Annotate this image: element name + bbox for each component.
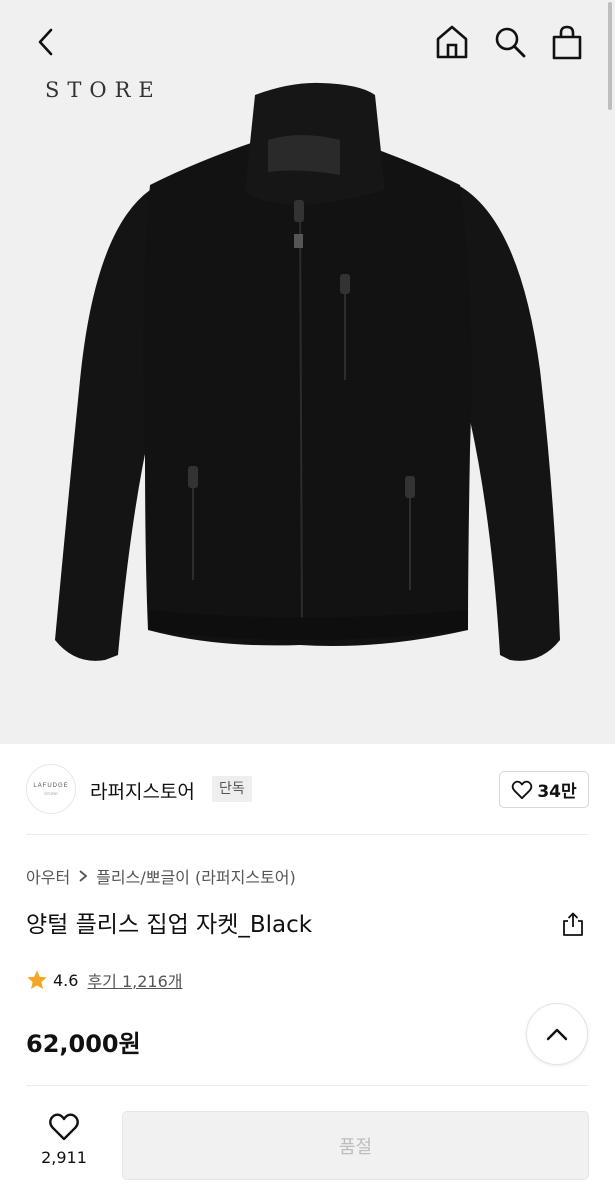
scrollbar[interactable] (608, 2, 612, 110)
product-price: 62,000원 (26, 1030, 141, 1058)
breadcrumb: 아우터 플리스/뽀글이 (라퍼지스토어) (26, 864, 296, 888)
seller-logo-text: LAFUDGE (33, 782, 69, 789)
cart-button[interactable] (545, 20, 589, 64)
share-icon (563, 912, 583, 936)
heart-outline-icon (49, 1113, 79, 1141)
seller-logo-subtext: STORE (44, 790, 58, 796)
brand-like-button[interactable]: 34만 (499, 771, 589, 808)
buy-button[interactable]: 품절 (122, 1111, 589, 1180)
chevron-right-icon (79, 870, 88, 882)
divider (26, 834, 589, 835)
shopping-bag-icon (552, 25, 582, 60)
scroll-top-button[interactable] (526, 1003, 588, 1065)
chevron-up-icon (546, 1028, 568, 1041)
wish-button[interactable]: 2,911 (28, 1112, 100, 1167)
home-button[interactable] (430, 20, 474, 64)
home-icon (436, 25, 468, 59)
chevron-left-icon (38, 28, 53, 56)
search-icon (495, 27, 526, 58)
seller-logo[interactable]: LAFUDGE STORE (26, 764, 76, 814)
search-button[interactable] (488, 20, 532, 64)
store-watermark: STORE (45, 78, 162, 102)
heart-icon (512, 780, 533, 799)
review-link[interactable]: 후기 1,216개 (87, 968, 182, 992)
product-title: 양털 플리스 집업 자켓_Black (26, 912, 313, 938)
seller-name[interactable]: 라퍼지스토어 (90, 777, 195, 804)
wish-count: 2,911 (41, 1148, 87, 1167)
exclusive-badge: 단독 (212, 776, 252, 802)
jacket-image (55, 82, 560, 661)
star-icon (27, 970, 47, 989)
rating-row: 4.6 후기 1,216개 (26, 968, 183, 992)
product-image[interactable] (0, 0, 615, 744)
breadcrumb-item-fleece[interactable]: 플리스/뽀글이 (라퍼지스토어) (96, 864, 296, 888)
back-button[interactable] (28, 22, 64, 62)
breadcrumb-item-outer[interactable]: 아우터 (26, 864, 70, 888)
share-button[interactable] (560, 910, 586, 938)
brand-like-count: 34만 (537, 782, 577, 802)
rating-score: 4.6 (53, 970, 79, 990)
